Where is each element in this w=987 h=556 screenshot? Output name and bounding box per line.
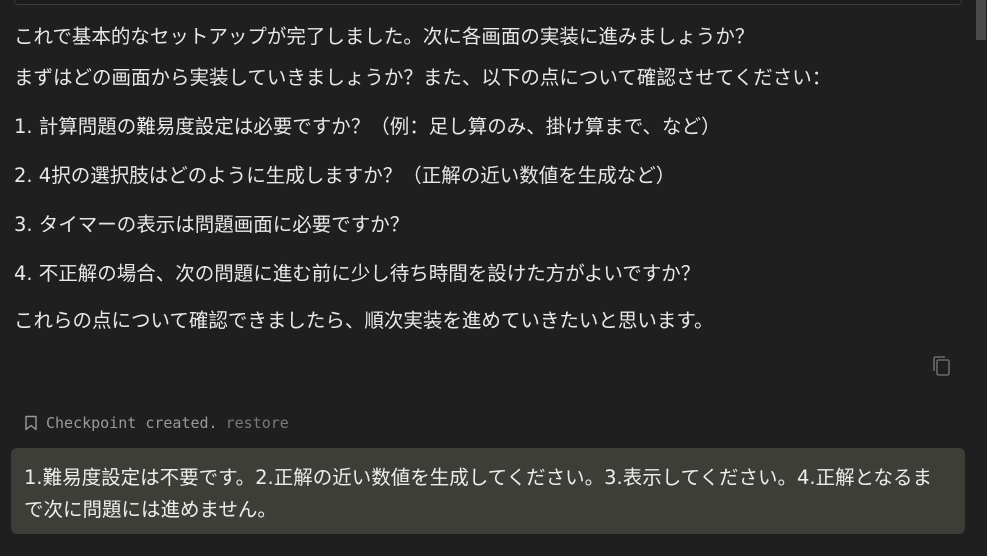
chat-panel: これで基本的なセットアップが完了しました。次に各画面の実装に進みましょうか？ ま… (0, 0, 987, 556)
assistant-message: これで基本的なセットアップが完了しました。次に各画面の実装に進みましょうか？ ま… (14, 24, 944, 334)
list-item: 4. 不正解の場合、次の問題に進む前に少し待ち時間を設けた方がよいですか？ (14, 262, 701, 285)
checkpoint-bar: Checkpoint created. restore (24, 413, 289, 433)
list-item: 2. 4択の選択肢はどのように生成しますか？（正解の近い数値を生成など） (14, 164, 676, 187)
user-message[interactable]: 1.難易度設定は不要です。2.正解の近い数値を生成してください。3.表示してくだ… (11, 448, 965, 534)
assistant-line-2: まずはどの画面から実装していきましょうか？また、以下の点について確認させてくださ… (14, 66, 832, 89)
restore-link[interactable]: restore (226, 413, 289, 433)
scrollbar[interactable] (975, 0, 987, 556)
scrollbar-thumb[interactable] (976, 0, 986, 40)
list-item: 1. 計算問題の難易度設定は必要ですか？（例：足し算のみ、掛け算まで、など） (14, 115, 721, 138)
copy-button[interactable] (930, 354, 952, 378)
copy-icon (933, 356, 950, 376)
checkpoint-text: Checkpoint created. (46, 414, 218, 432)
list-item: 3. タイマーの表示は問題画面に必要ですか？ (14, 213, 410, 236)
assistant-line-1: これで基本的なセットアップが完了しました。次に各画面の実装に進みましょうか？ (14, 25, 755, 48)
bookmark-icon (25, 415, 37, 431)
user-message-text: 1.難易度設定は不要です。2.正解の近い数値を生成してください。3.表示してくだ… (24, 466, 933, 521)
previous-code-block (14, 0, 962, 5)
assistant-closing: これらの点について確認できましたら、順次実装を進めていきたいと思います。 (14, 309, 714, 332)
